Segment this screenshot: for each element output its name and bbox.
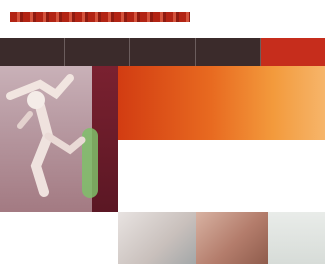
nav-item-3[interactable] <box>130 38 196 66</box>
hero-orange-gradient <box>118 66 325 140</box>
human-figure-image <box>6 74 98 198</box>
nav-item-5-active[interactable] <box>260 38 325 66</box>
site-header <box>0 0 325 38</box>
figure-leg <box>44 132 86 155</box>
nav-item-2[interactable] <box>65 38 131 66</box>
hero-banner[interactable] <box>0 66 325 212</box>
figure-head <box>27 91 45 109</box>
thumbnail-photo-2[interactable] <box>196 212 268 264</box>
main-navigation <box>0 38 325 66</box>
figure-body <box>30 101 54 197</box>
footer-strip <box>0 212 325 264</box>
figure-arm-lower <box>17 111 33 129</box>
thumbnail-photo-3[interactable] <box>268 212 325 264</box>
thumbnail-photo-1[interactable] <box>118 212 196 264</box>
nav-item-4[interactable] <box>196 38 261 66</box>
brand-title <box>10 10 190 26</box>
nav-item-1[interactable] <box>0 38 66 66</box>
